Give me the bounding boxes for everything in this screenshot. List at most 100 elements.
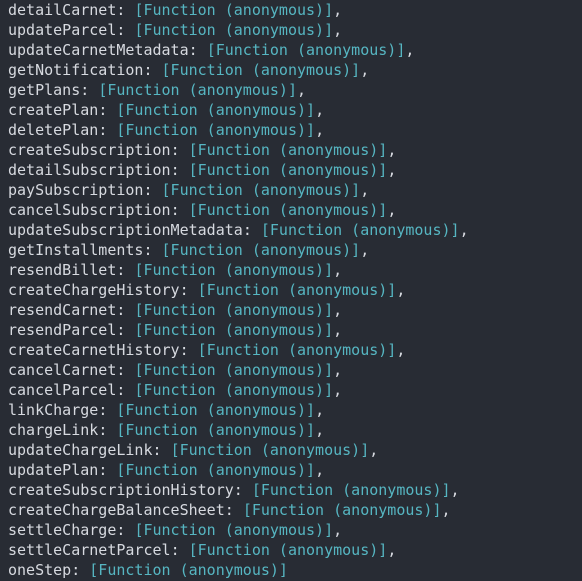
- console-line: cancelSubscription: [Function (anonymous…: [8, 200, 582, 220]
- console-line: cancelCarnet: [Function (anonymous)],: [8, 360, 582, 380]
- property-value-function: [Function (anonymous)]: [161, 61, 361, 79]
- key-value-separator: :: [170, 161, 189, 179]
- property-value-function: [Function (anonymous)]: [134, 321, 334, 339]
- console-line: createSubscriptionHistory: [Function (an…: [8, 480, 582, 500]
- property-key: cancelSubscription: [8, 201, 171, 219]
- console-line: paySubscription: [Function (anonymous)],: [8, 180, 582, 200]
- property-key: createPlan: [8, 101, 99, 119]
- property-value-function: [Function (anonymous)]: [161, 241, 361, 259]
- property-key: createSubscription: [8, 141, 171, 159]
- console-line: detailCarnet: [Function (anonymous)],: [8, 0, 582, 20]
- property-key: resendCarnet: [8, 301, 117, 319]
- trailing-comma: ,: [360, 181, 370, 199]
- property-value-function: [Function (anonymous)]: [134, 261, 334, 279]
- console-line: linkCharge: [Function (anonymous)],: [8, 400, 582, 420]
- property-value-function: [Function (anonymous)]: [134, 301, 334, 319]
- trailing-comma: ,: [333, 1, 343, 19]
- property-value-function: [Function (anonymous)]: [206, 41, 406, 59]
- console-line: updateCarnetMetadata: [Function (anonymo…: [8, 40, 582, 60]
- console-line: getPlans: [Function (anonymous)],: [8, 80, 582, 100]
- property-key: cancelParcel: [8, 381, 117, 399]
- property-key: updateChargeLink: [8, 441, 153, 459]
- property-key: resendBillet: [8, 261, 117, 279]
- property-value-function: [Function (anonymous)]: [197, 281, 397, 299]
- property-key: createChargeHistory: [8, 281, 180, 299]
- key-value-separator: :: [242, 221, 261, 239]
- property-key: linkCharge: [8, 401, 99, 419]
- property-value-function: [Function (anonymous)]: [242, 501, 442, 519]
- property-key: oneStep: [8, 561, 72, 579]
- property-key: createChargeBalanceSheet: [8, 501, 225, 519]
- property-key: getInstallments: [8, 241, 144, 259]
- console-line: detailSubscription: [Function (anonymous…: [8, 160, 582, 180]
- console-line: resendBillet: [Function (anonymous)],: [8, 260, 582, 280]
- property-key: settleCharge: [8, 521, 117, 539]
- console-line: updateChargeLink: [Function (anonymous)]…: [8, 440, 582, 460]
- key-value-separator: :: [98, 401, 117, 419]
- console-line: resendCarnet: [Function (anonymous)],: [8, 300, 582, 320]
- console-line: resendParcel: [Function (anonymous)],: [8, 320, 582, 340]
- property-value-function: [Function (anonymous)]: [116, 421, 316, 439]
- console-output-panel[interactable]: detailCarnet: [Function (anonymous)], upd…: [0, 0, 582, 581]
- trailing-comma: ,: [459, 221, 469, 239]
- property-key: cancelCarnet: [8, 361, 117, 379]
- key-value-separator: :: [116, 381, 135, 399]
- trailing-comma: ,: [333, 381, 343, 399]
- property-value-function: [Function (anonymous)]: [134, 361, 334, 379]
- trailing-comma: ,: [315, 461, 325, 479]
- property-key: detailCarnet: [8, 1, 117, 19]
- trailing-comma: ,: [333, 321, 343, 339]
- console-line: createSubscription: [Function (anonymous…: [8, 140, 582, 160]
- key-value-separator: :: [80, 81, 99, 99]
- property-key: settleCarnetParcel: [8, 541, 171, 559]
- key-value-separator: :: [179, 341, 198, 359]
- property-value-function: [Function (anonymous)]: [188, 201, 388, 219]
- trailing-comma: ,: [405, 41, 415, 59]
- console-line: createChargeBalanceSheet: [Function (ano…: [8, 500, 582, 520]
- key-value-separator: :: [143, 61, 162, 79]
- console-line: chargeLink: [Function (anonymous)],: [8, 420, 582, 440]
- property-key: resendParcel: [8, 321, 117, 339]
- console-line: createPlan: [Function (anonymous)],: [8, 100, 582, 120]
- property-value-function: [Function (anonymous)]: [197, 341, 397, 359]
- property-value-function: [Function (anonymous)]: [260, 221, 460, 239]
- trailing-comma: ,: [369, 441, 379, 459]
- property-value-function: [Function (anonymous)]: [188, 161, 388, 179]
- property-value-function: [Function (anonymous)]: [134, 381, 334, 399]
- key-value-separator: :: [152, 441, 171, 459]
- property-value-function: [Function (anonymous)]: [116, 101, 316, 119]
- trailing-comma: ,: [396, 281, 406, 299]
- console-line: cancelParcel: [Function (anonymous)],: [8, 380, 582, 400]
- trailing-comma: ,: [441, 501, 451, 519]
- property-value-function: [Function (anonymous)]: [134, 21, 334, 39]
- key-value-separator: :: [116, 1, 135, 19]
- property-value-function: [Function (anonymous)]: [188, 141, 388, 159]
- trailing-comma: ,: [315, 421, 325, 439]
- trailing-comma: ,: [387, 201, 397, 219]
- property-key: paySubscription: [8, 181, 144, 199]
- key-value-separator: :: [71, 561, 90, 579]
- property-value-function: [Function (anonymous)]: [188, 541, 388, 559]
- trailing-comma: ,: [360, 61, 370, 79]
- trailing-comma: ,: [387, 541, 397, 559]
- trailing-comma: ,: [315, 401, 325, 419]
- key-value-separator: :: [170, 201, 189, 219]
- console-line: getInstallments: [Function (anonymous)],: [8, 240, 582, 260]
- console-line: createCarnetHistory: [Function (anonymou…: [8, 340, 582, 360]
- console-line: settleCarnetParcel: [Function (anonymous…: [8, 540, 582, 560]
- property-value-function: [Function (anonymous)]: [116, 461, 316, 479]
- property-value-function: [Function (anonymous)]: [89, 561, 288, 579]
- key-value-separator: :: [143, 241, 162, 259]
- console-line: createChargeHistory: [Function (anonymou…: [8, 280, 582, 300]
- key-value-separator: :: [116, 301, 135, 319]
- property-key: createSubscriptionHistory: [8, 481, 234, 499]
- trailing-comma: ,: [297, 81, 307, 99]
- property-key: createCarnetHistory: [8, 341, 180, 359]
- property-key: updateParcel: [8, 21, 117, 39]
- property-key: updateSubscriptionMetadata: [8, 221, 243, 239]
- key-value-separator: :: [98, 121, 117, 139]
- property-value-function: [Function (anonymous)]: [251, 481, 451, 499]
- property-key: getNotification: [8, 61, 144, 79]
- trailing-comma: ,: [387, 161, 397, 179]
- trailing-comma: ,: [360, 241, 370, 259]
